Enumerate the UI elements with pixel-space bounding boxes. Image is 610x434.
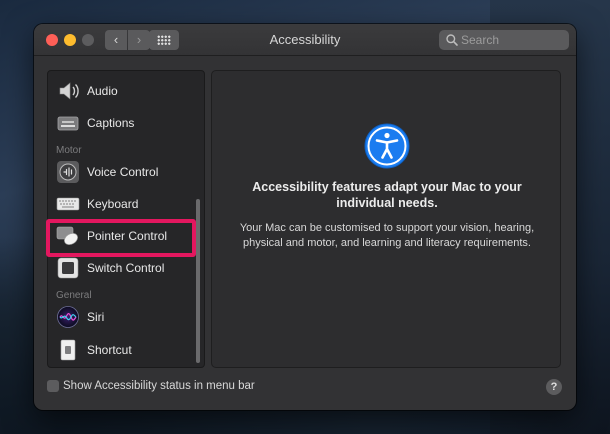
- sidebar-item-switch-control[interactable]: Switch Control: [48, 253, 194, 283]
- switch-control-icon: [57, 257, 79, 279]
- help-button[interactable]: ?: [546, 379, 562, 395]
- zoom-window-button[interactable]: [82, 34, 94, 46]
- title-bar: ‹ › Accessibility: [34, 24, 576, 56]
- speaker-icon: [59, 82, 79, 100]
- search-field[interactable]: [439, 30, 569, 50]
- minimize-window-button[interactable]: [64, 34, 76, 46]
- section-header-motor: Motor: [56, 145, 82, 156]
- sidebar-item-label: Switch Control: [87, 261, 165, 275]
- keyboard-icon: [56, 197, 80, 211]
- sidebar-item-audio[interactable]: Audio: [48, 76, 194, 106]
- sidebar-item-label: Voice Control: [87, 165, 159, 179]
- question-icon: ?: [550, 381, 558, 393]
- sidebar-item-keyboard[interactable]: Keyboard: [48, 189, 194, 219]
- sidebar-item-label: Shortcut: [87, 343, 132, 357]
- search-input[interactable]: [461, 30, 565, 50]
- sidebar-item-label: Siri: [87, 310, 105, 324]
- intro-headline: Accessibility features adapt your Mac to…: [252, 180, 522, 210]
- show-all-button[interactable]: [149, 30, 179, 50]
- sidebar-item-label: Audio: [87, 84, 118, 98]
- sidebar: Audio Captions Motor Voice Control Keybo…: [47, 70, 205, 368]
- back-button[interactable]: ‹: [105, 30, 127, 50]
- intro-body: Your Mac can be customised to support yo…: [239, 222, 535, 249]
- search-icon: [446, 34, 458, 46]
- sidebar-scrollbar[interactable]: [196, 199, 200, 363]
- sidebar-item-shortcut[interactable]: Shortcut: [48, 335, 194, 365]
- accessibility-icon: [364, 123, 410, 169]
- main-panel: Accessibility features adapt your Mac to…: [211, 70, 561, 368]
- forward-button[interactable]: ›: [128, 30, 150, 50]
- menu-bar-status-checkbox[interactable]: [47, 380, 59, 392]
- grid-icon: [157, 35, 171, 45]
- menu-bar-status-label[interactable]: Show Accessibility status in menu bar: [63, 380, 255, 392]
- sidebar-item-captions[interactable]: Captions: [48, 108, 194, 138]
- close-window-button[interactable]: [46, 34, 58, 46]
- sidebar-item-pointer-control[interactable]: Pointer Control: [48, 221, 194, 251]
- siri-icon: [57, 306, 79, 328]
- voice-control-icon: [57, 161, 79, 183]
- pointer-control-icon: [56, 226, 78, 245]
- sidebar-item-label: Keyboard: [87, 197, 139, 211]
- chevron-left-icon: ‹: [113, 32, 119, 47]
- sidebar-item-label: Pointer Control: [87, 229, 168, 243]
- captions-icon: [57, 116, 79, 131]
- sidebar-item-siri[interactable]: Siri: [48, 302, 194, 332]
- section-header-general: General: [56, 290, 92, 301]
- chevron-right-icon: ›: [136, 32, 142, 47]
- preferences-window: ‹ › Accessibility Audio: [34, 24, 576, 410]
- sidebar-item-voice-control[interactable]: Voice Control: [48, 157, 194, 187]
- shortcut-icon: [60, 339, 76, 361]
- sidebar-item-label: Captions: [87, 116, 135, 130]
